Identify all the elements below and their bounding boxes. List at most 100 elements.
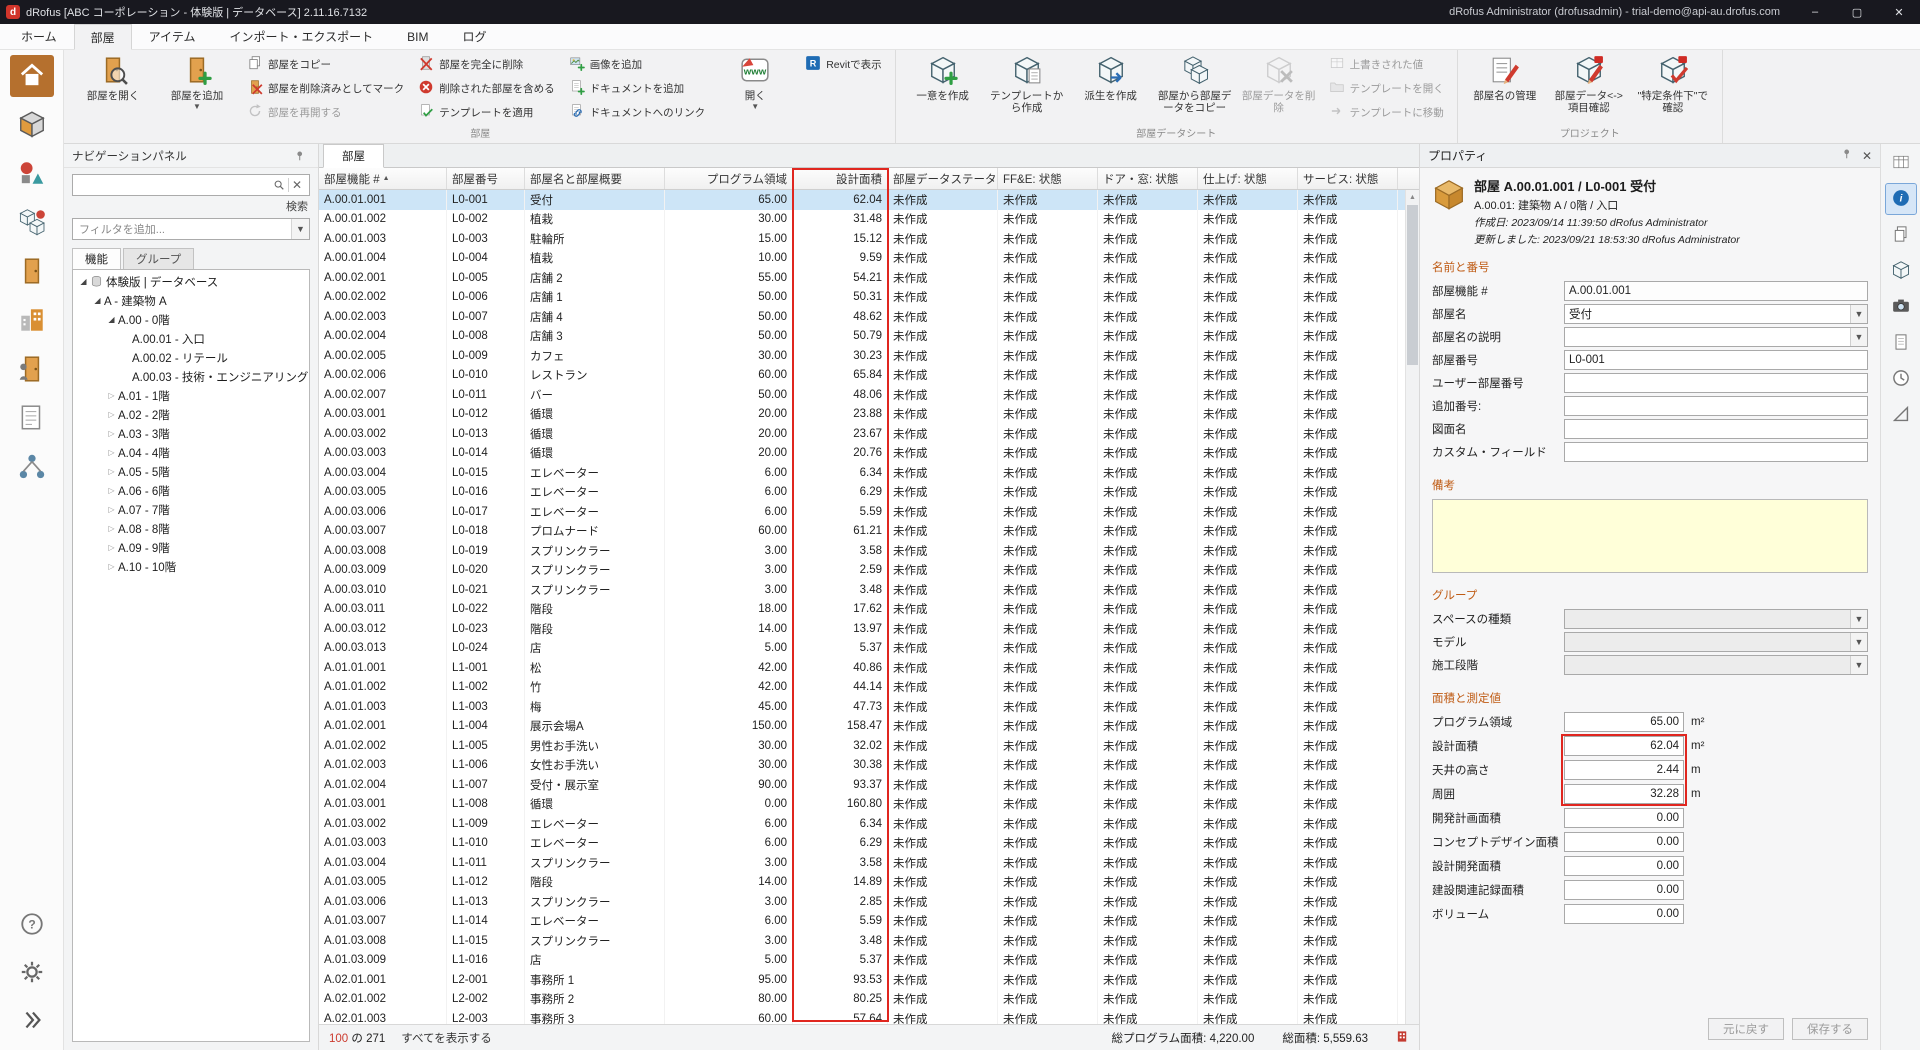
room-name-description-input[interactable]: ▼ [1564, 327, 1868, 347]
add-document-button[interactable]: ドキュメントを追加 [563, 76, 712, 100]
table-row[interactable]: A.00.01.002L0-002植栽30.0031.48未作成未作成未作成未作… [319, 210, 1405, 230]
table-row[interactable]: A.01.03.009L1-016店5.005.37未作成未作成未作成未作成未作… [319, 951, 1405, 971]
column-header[interactable]: 部屋番号 [447, 168, 525, 189]
nav-tab[interactable]: グループ [123, 248, 194, 269]
notes-textarea[interactable] [1432, 499, 1868, 573]
table-row[interactable]: A.01.03.003L1-010エレベーター6.006.29未作成未作成未作成… [319, 834, 1405, 854]
design-area-input[interactable]: 62.04 [1564, 736, 1684, 756]
column-header[interactable]: 設計面積 [793, 168, 888, 189]
tree-expand-icon[interactable]: ◢ [91, 296, 104, 305]
clear-search-icon[interactable]: ✕ [289, 178, 305, 192]
table-row[interactable]: A.00.01.003L0-003駐輪所15.0015.12未作成未作成未作成未… [319, 229, 1405, 249]
table-row[interactable]: A.00.01.004L0-004植栽10.009.59未作成未作成未作成未作成… [319, 249, 1405, 269]
column-header[interactable]: 部屋機能 #▲ [319, 168, 447, 189]
ceiling-height-input[interactable]: 2.44 [1564, 760, 1684, 780]
tree-item[interactable]: ▷A.02 - 2階 [73, 405, 309, 424]
tree-collapse-icon[interactable]: ▷ [105, 524, 118, 533]
tree-collapse-icon[interactable]: ▷ [105, 391, 118, 400]
column-header[interactable]: 部屋名と部屋概要 [525, 168, 665, 189]
table-row[interactable]: A.00.03.001L0-012循環20.0023.88未作成未作成未作成未作… [319, 405, 1405, 425]
search-icon[interactable] [270, 179, 288, 191]
save-button[interactable]: 保存する [1792, 1018, 1868, 1040]
apply-template-button[interactable]: テンプレートを適用 [412, 100, 561, 124]
cube-delete-button[interactable]: 部屋データを削除 [1237, 52, 1321, 114]
tree-collapse-icon[interactable]: ▷ [105, 486, 118, 495]
construction-record-area-input[interactable]: 0.00 [1564, 880, 1684, 900]
panel-model-button[interactable] [1886, 256, 1916, 286]
room-function-input[interactable]: A.00.01.001 [1564, 281, 1868, 301]
tree-expand-icon[interactable]: ◢ [105, 315, 118, 324]
table-row[interactable]: A.01.03.008L1-015スプリンクラー3.003.48未作成未作成未作… [319, 931, 1405, 951]
revit-button[interactable]: RRevitで表示 [799, 52, 887, 76]
tree-collapse-icon[interactable]: ▷ [105, 410, 118, 419]
room-number-input[interactable]: L0-001 [1564, 350, 1868, 370]
tree-expand-icon[interactable]: ◢ [77, 277, 90, 286]
table-row[interactable]: A.01.02.002L1-005男性お手洗い30.0032.02未作成未作成未… [319, 736, 1405, 756]
tree-item[interactable]: ▷A.10 - 10階 [73, 557, 309, 576]
panel-info-button[interactable]: i [1886, 184, 1916, 214]
filter-dropdown[interactable]: フィルタを追加... ▼ [72, 218, 310, 240]
chevron-down-icon[interactable]: ▼ [1850, 328, 1867, 346]
close-panel-icon[interactable]: ✕ [1862, 149, 1872, 163]
sidebar-doors-button[interactable] [10, 251, 54, 293]
panel-copy-button[interactable] [1886, 220, 1916, 250]
table-row[interactable]: A.01.01.002L1-002竹42.0044.14未作成未作成未作成未作成… [319, 678, 1405, 698]
table-row[interactable]: A.00.02.006L0-010レストラン60.0065.84未作成未作成未作… [319, 366, 1405, 386]
column-header[interactable]: 仕上げ: 状態 [1198, 168, 1298, 189]
column-header[interactable]: FF&E: 状態 [998, 168, 1098, 189]
tree-collapse-icon[interactable]: ▷ [105, 448, 118, 457]
panel-history-button[interactable] [1886, 364, 1916, 394]
vertical-scrollbar[interactable]: ▲ [1405, 190, 1419, 1024]
table-row[interactable]: A.00.03.007L0-018プロムナード60.0061.21未作成未作成未… [319, 522, 1405, 542]
table-row[interactable]: A.00.03.002L0-013循環20.0023.67未作成未作成未作成未作… [319, 424, 1405, 444]
table-row[interactable]: A.01.02.003L1-006女性お手洗い30.0030.38未作成未作成未… [319, 756, 1405, 776]
user-room-number-input[interactable] [1564, 373, 1868, 393]
table-row[interactable]: A.00.03.010L0-021スプリンクラー3.003.48未作成未作成未作… [319, 580, 1405, 600]
close-button[interactable]: ✕ [1878, 0, 1920, 24]
minimize-button[interactable]: – [1794, 0, 1836, 24]
construction-stage-input[interactable]: ▼ [1564, 655, 1868, 675]
menu-tab[interactable]: ログ [445, 24, 503, 49]
table-row[interactable]: A.00.03.012L0-023階段14.0013.97未作成未作成未作成未作… [319, 619, 1405, 639]
volume-input[interactable]: 0.00 [1564, 904, 1684, 924]
sidebar-occupancy-button[interactable] [10, 349, 54, 391]
table-row[interactable]: A.00.01.001L0-001受付65.0062.04未作成未作成未作成未作… [319, 190, 1405, 210]
concept-design-area-input[interactable]: 0.00 [1564, 832, 1684, 852]
tree-item[interactable]: ▷A.04 - 4階 [73, 443, 309, 462]
chevron-down-icon[interactable]: ▼ [1850, 610, 1867, 628]
table-row[interactable]: A.02.01.003L2-003事務所 360.0057.64未作成未作成未作… [319, 1009, 1405, 1024]
tree-item[interactable]: ◢体験版 | データベース [73, 272, 309, 291]
table-row[interactable]: A.01.03.005L1-012階段14.0014.89未作成未作成未作成未作… [319, 873, 1405, 893]
panel-table-button[interactable] [1886, 148, 1916, 178]
table-row[interactable]: A.01.03.001L1-008循環0.00160.80未作成未作成未作成未作… [319, 795, 1405, 815]
panel-doc-button[interactable] [1886, 328, 1916, 358]
space-type-input[interactable]: ▼ [1564, 609, 1868, 629]
tree-collapse-icon[interactable]: ▷ [105, 505, 118, 514]
sidebar-systems-button[interactable] [10, 202, 54, 244]
table-row[interactable]: A.00.03.005L0-016エレベーター6.006.29未作成未作成未作成… [319, 483, 1405, 503]
undo-button[interactable]: 元に戻す [1708, 1018, 1784, 1040]
scrollbar-thumb[interactable] [1407, 205, 1418, 365]
sidebar-rooms-button[interactable] [10, 104, 54, 146]
column-header[interactable]: サービス: 状態 [1298, 168, 1398, 189]
show-all-link[interactable]: すべてを表示する [401, 1030, 492, 1046]
table-row[interactable]: A.00.02.002L0-006店舗 150.0050.31未作成未作成未作成… [319, 288, 1405, 308]
drawing-name-input[interactable] [1564, 419, 1868, 439]
tree-collapse-icon[interactable]: ▷ [105, 467, 118, 476]
cube-add-button[interactable]: 一意を作成 [901, 52, 985, 114]
tree-collapse-icon[interactable]: ▷ [105, 543, 118, 552]
delete-button[interactable]: 部屋を完全に削除 [412, 52, 561, 76]
table-row[interactable]: A.01.02.001L1-004展示会場A150.00158.47未作成未作成… [319, 717, 1405, 737]
link-document-button[interactable]: ドキュメントへのリンク [563, 100, 712, 124]
table-row[interactable]: A.00.02.005L0-009カフェ30.0030.23未作成未作成未作成未… [319, 346, 1405, 366]
nav-tab[interactable]: 機能 [72, 248, 121, 269]
table-row[interactable]: A.00.03.006L0-017エレベーター6.005.59未作成未作成未作成… [319, 502, 1405, 522]
tree-item[interactable]: A.00.02 - リテール [73, 348, 309, 367]
search-link[interactable]: 検索 [72, 196, 310, 214]
table-row[interactable]: A.00.03.008L0-019スプリンクラー3.003.58未作成未作成未作… [319, 541, 1405, 561]
chevron-down-icon[interactable]: ▼ [1850, 656, 1867, 674]
sidebar-relations-button[interactable] [10, 447, 54, 489]
table-row[interactable]: A.01.02.004L1-007受付・展示室90.0093.37未作成未作成未… [319, 775, 1405, 795]
goto-template-button[interactable]: テンプレートに移動 [1323, 100, 1450, 124]
cube-derive-button[interactable]: 派生を作成 [1069, 52, 1153, 114]
